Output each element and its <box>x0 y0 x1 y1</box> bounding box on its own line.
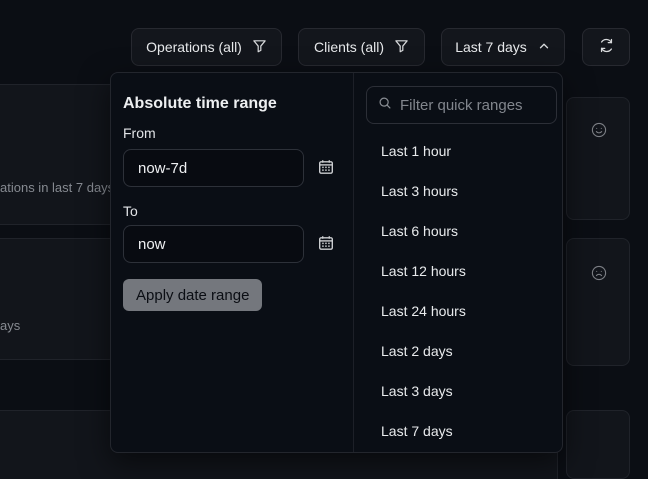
to-input[interactable] <box>123 225 304 263</box>
chevron-up-icon <box>537 39 551 56</box>
to-label: To <box>123 203 138 219</box>
background-stat-card <box>566 97 630 220</box>
frown-face-icon <box>591 265 607 286</box>
from-label: From <box>123 125 156 141</box>
quick-range-option[interactable]: Last 1 hour <box>354 131 562 171</box>
quick-range-option[interactable]: Last 6 hours <box>354 211 562 251</box>
refresh-button[interactable] <box>582 28 630 66</box>
background-stat-card <box>566 238 630 366</box>
calendar-icon <box>318 159 334 178</box>
stat-subtitle-fragment: ays <box>0 318 20 333</box>
absolute-time-range-section: Absolute time range From To <box>111 73 354 452</box>
quick-ranges-search[interactable] <box>366 86 557 124</box>
clients-filter-label: Clients (all) <box>314 39 384 55</box>
apply-date-range-button[interactable]: Apply date range <box>123 279 262 311</box>
from-input[interactable] <box>123 149 304 187</box>
operations-filter-button[interactable]: Operations (all) <box>131 28 282 66</box>
time-range-label: Last 7 days <box>455 39 527 55</box>
to-calendar-button[interactable] <box>315 233 337 255</box>
time-range-dropdown: Absolute time range From To <box>110 72 563 453</box>
clients-filter-button[interactable]: Clients (all) <box>298 28 425 66</box>
quick-range-option[interactable]: Last 2 days <box>354 331 562 371</box>
quick-range-option[interactable]: Last 3 days <box>354 371 562 411</box>
calendar-icon <box>318 235 334 254</box>
quick-ranges-section: Last 1 hour Last 3 hours Last 6 hours La… <box>354 73 562 452</box>
stat-subtitle-fragment: ations in last 7 days <box>0 180 114 195</box>
refresh-icon <box>598 37 615 57</box>
search-icon <box>378 96 392 115</box>
quick-range-option[interactable]: Last 12 hours <box>354 251 562 291</box>
absolute-time-range-heading: Absolute time range <box>123 95 277 113</box>
time-range-picker-button[interactable]: Last 7 days <box>441 28 565 66</box>
dashboard-screen: ations in last 7 days ays Operations (al… <box>0 0 648 479</box>
quick-ranges-list: Last 1 hour Last 3 hours Last 6 hours La… <box>354 131 562 451</box>
operations-filter-label: Operations (all) <box>146 39 242 55</box>
funnel-icon <box>394 38 409 56</box>
quick-range-option[interactable]: Last 24 hours <box>354 291 562 331</box>
background-stat-card <box>566 410 630 479</box>
quick-range-option[interactable]: Last 3 hours <box>354 171 562 211</box>
smiley-face-icon <box>591 122 607 143</box>
quick-ranges-filter-input[interactable] <box>400 97 545 114</box>
funnel-icon <box>252 38 267 56</box>
quick-range-option[interactable]: Last 7 days <box>354 411 562 451</box>
from-calendar-button[interactable] <box>315 157 337 179</box>
